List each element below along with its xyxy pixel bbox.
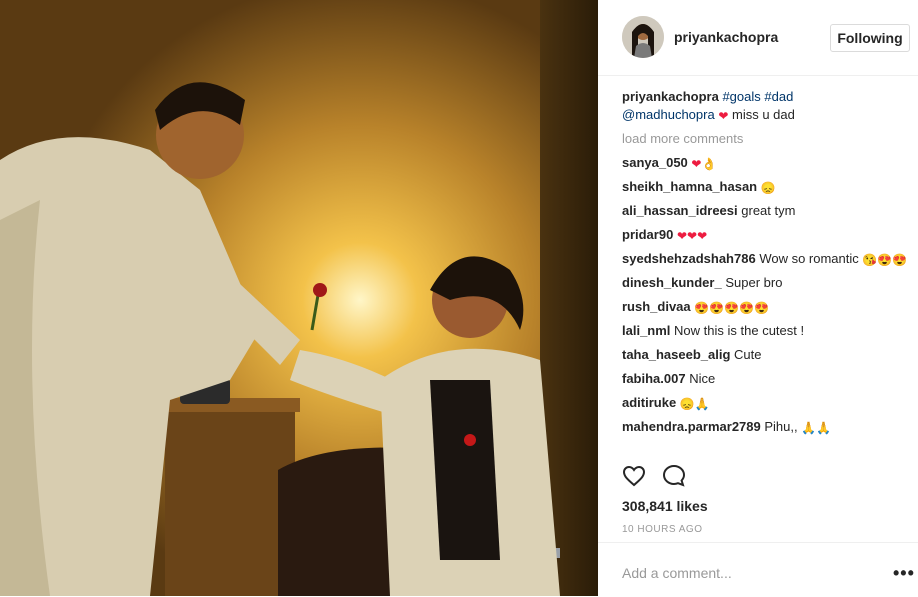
action-bar	[622, 464, 910, 488]
avatar-image	[622, 16, 664, 58]
comment-username[interactable]: sanya_050	[622, 155, 688, 170]
more-options-icon[interactable]: •••	[893, 563, 915, 584]
heart-emoji: ❤	[718, 109, 729, 123]
comment-row: syedshehzadshah786 Wow so romantic 😘😍😍	[622, 250, 910, 268]
comment-text: Wow so romantic	[759, 251, 859, 266]
post-header: priyankachopra Following	[598, 0, 918, 76]
hashtag-goals[interactable]: #goals	[722, 89, 760, 104]
comment-text: Super bro	[725, 275, 783, 290]
comment-emoji: 😍	[892, 253, 908, 267]
comment-username[interactable]: mahendra.parmar2789	[622, 419, 761, 434]
comment-username[interactable]: aditiruke	[622, 395, 676, 410]
comment-emoji: 😍	[739, 301, 755, 315]
comment-text: Nice	[689, 371, 716, 386]
comment-emoji: ❤	[691, 157, 702, 171]
caption-text: miss u dad	[732, 107, 795, 122]
comment-username[interactable]: syedshehzadshah786	[622, 251, 756, 266]
comment-emoji: 🙏	[694, 397, 710, 411]
comment-emoji: ❤	[697, 229, 708, 243]
comment-emoji: 👌	[701, 157, 717, 171]
post-timestamp[interactable]: 10 HOURS AGO	[622, 524, 702, 535]
comment-username[interactable]: sheikh_hamna_hasan	[622, 179, 757, 194]
header-username[interactable]: priyankachopra	[674, 29, 778, 45]
comment-row: rush_divaa 😍😍😍😍😍	[622, 298, 910, 316]
photo-illustration	[0, 0, 598, 596]
likes-count[interactable]: 308,841 likes	[622, 498, 708, 514]
comment-row: fabiha.007 Nice	[622, 370, 910, 388]
post-sidebar: priyankachopra Following priyankachopra …	[598, 0, 918, 596]
following-button[interactable]: Following	[830, 24, 910, 52]
comment-emoji: 😍	[877, 253, 893, 267]
comment-text: Pihu,,	[764, 419, 798, 434]
add-comment-bar: Add a comment... •••	[598, 542, 918, 597]
comment-emoji: 🙏	[801, 421, 817, 435]
comment-text: Cute	[734, 347, 762, 362]
comment-emoji: 😍	[709, 301, 725, 315]
add-comment-input[interactable]: Add a comment...	[622, 565, 732, 581]
comment-row: sanya_050 ❤👌	[622, 154, 910, 172]
comment-row: lali_nml Now this is the cutest !	[622, 322, 910, 340]
load-more-comments-link[interactable]: load more comments	[622, 130, 910, 148]
comment-username[interactable]: dinesh_kunder_	[622, 275, 722, 290]
caption-username[interactable]: priyankachopra	[622, 89, 719, 104]
comment-emoji: 😘	[862, 253, 878, 267]
caption: priyankachopra #goals #dad @madhuchopra …	[622, 88, 910, 124]
comment-emoji: ❤	[687, 229, 698, 243]
comment-row: taha_haseeb_alig Cute	[622, 346, 910, 364]
post-photo[interactable]	[0, 0, 598, 596]
comment-emoji: 🙏	[816, 421, 832, 435]
comment-username[interactable]: rush_divaa	[622, 299, 691, 314]
comment-emoji: ❤	[676, 229, 687, 243]
comment-list[interactable]: priyankachopra #goals #dad @madhuchopra …	[622, 88, 910, 454]
comment-text: great tym	[741, 203, 796, 218]
avatar[interactable]	[622, 16, 664, 58]
comment-emoji: 😞	[760, 181, 776, 195]
comment-row: mahendra.parmar2789 Pihu,, 🙏🙏	[622, 418, 910, 436]
comment-emoji: 😍	[724, 301, 740, 315]
comment-row: sheikh_hamna_hasan 😞	[622, 178, 910, 196]
heart-outline-icon[interactable]	[622, 464, 646, 488]
comment-row: ali_hassan_idreesi great tym	[622, 202, 910, 220]
comment-row: pridar90 ❤❤❤	[622, 226, 910, 244]
comment-row: aditiruke 😞🙏	[622, 394, 910, 412]
hashtag-dad[interactable]: #dad	[764, 89, 793, 104]
comment-emoji: 😍	[694, 301, 710, 315]
comment-username[interactable]: lali_nml	[622, 323, 670, 338]
comment-username[interactable]: pridar90	[622, 227, 673, 242]
comment-emoji: 😞	[679, 397, 695, 411]
comment-username[interactable]: fabiha.007	[622, 371, 686, 386]
comment-text: Now this is the cutest !	[674, 323, 805, 338]
mention-link[interactable]: @madhuchopra	[622, 107, 715, 122]
comment-username[interactable]: taha_haseeb_alig	[622, 347, 730, 362]
comment-emoji: 😍	[754, 301, 770, 315]
comment-row: dinesh_kunder_ Super bro	[622, 274, 910, 292]
speech-bubble-icon[interactable]	[662, 464, 686, 488]
comment-username[interactable]: ali_hassan_idreesi	[622, 203, 738, 218]
